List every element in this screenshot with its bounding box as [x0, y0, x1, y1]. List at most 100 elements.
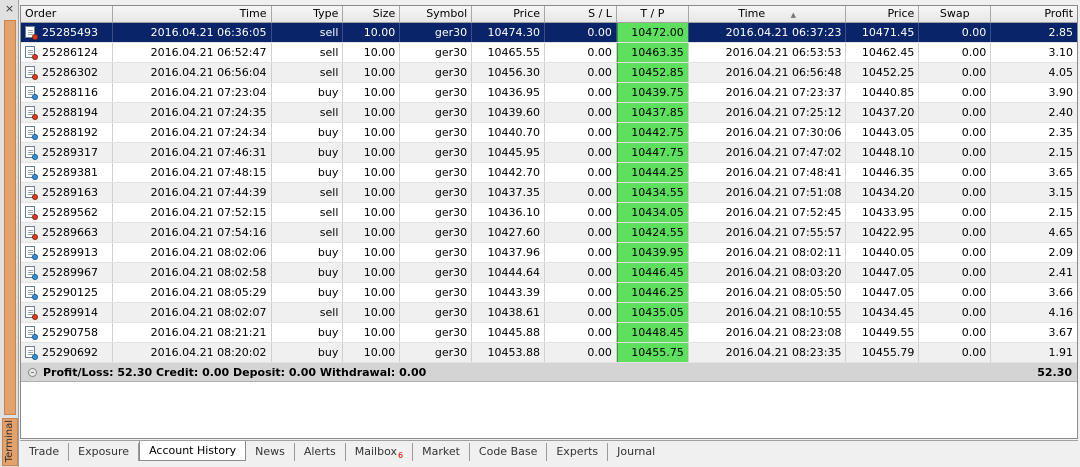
table-row[interactable]: 25289163 2016.04.21 07:44:39 sell 10.00 ger3… [21, 183, 1077, 203]
profit-cell: 3.65 [1048, 166, 1074, 179]
sl-cell: 0.00 [545, 23, 617, 42]
order-number: 25289914 [42, 306, 98, 319]
symbol-cell: ger30 [400, 63, 473, 82]
table-row[interactable]: 25285493 2016.04.21 06:36:05 sell 10.00 ger3… [21, 23, 1077, 43]
tab-journal[interactable]: Journal [608, 443, 664, 461]
terminal-tabbar: Trade Exposure Account History News Alerts Ma… [20, 440, 1078, 461]
swap-cell: 0.00 [919, 263, 992, 282]
tab-trade[interactable]: Trade [20, 443, 70, 461]
tab-account-history[interactable]: Account History [139, 441, 247, 461]
order-cell: 25288194 [21, 103, 113, 122]
sell-order-icon [25, 106, 38, 120]
tp-cell: 10439.75 [616, 83, 689, 102]
table-row[interactable]: 25289967 2016.04.21 08:02:58 buy 10.00 ger30… [21, 263, 1077, 283]
swap-cell: 0.00 [919, 163, 992, 182]
symbol-cell: ger30 [400, 203, 473, 222]
order-cell: 25286124 [21, 43, 113, 62]
swap-cell: 0.00 [919, 143, 992, 162]
table-row[interactable]: 25289914 2016.04.21 08:02:07 sell 10.00 ger3… [21, 303, 1077, 323]
sell-order-icon [25, 306, 38, 320]
sl-cell: 0.00 [545, 263, 617, 282]
size-cell: 10.00 [343, 63, 401, 82]
tab-label: Journal [617, 445, 656, 458]
close-price-cell: 10437.20 [846, 103, 920, 122]
table-row[interactable]: 25290692 2016.04.21 08:20:02 buy 10.00 ger30… [21, 343, 1077, 363]
order-number: 25288194 [42, 106, 98, 119]
col-size-header[interactable]: Size [343, 6, 401, 23]
type-cell: buy [272, 163, 344, 182]
profit-cell: 3.67 [1048, 326, 1074, 339]
col-symbol-header[interactable]: Symbol [400, 6, 473, 23]
col-type-header[interactable]: Type [272, 6, 344, 23]
col-sl-header[interactable]: S / L [545, 6, 617, 23]
tab-exposure[interactable]: Exposure [69, 443, 140, 461]
tab-alerts[interactable]: Alerts [295, 443, 346, 461]
sl-cell: 0.00 [545, 243, 617, 262]
col-profit-header[interactable]: Profit [991, 6, 1077, 23]
close-price-cell: 10443.05 [846, 123, 920, 142]
type-cell: sell [272, 23, 344, 42]
sl-cell: 0.00 [545, 43, 617, 62]
table-row[interactable]: 25289562 2016.04.21 07:52:15 sell 10.00 ger3… [21, 203, 1077, 223]
size-cell: 10.00 [343, 103, 401, 122]
buy-order-icon [25, 86, 38, 100]
close-time-cell: 2016.04.21 06:37:23 [689, 23, 847, 42]
sl-cell: 0.00 [545, 143, 617, 162]
open-time-cell: 2016.04.21 07:54:16 [113, 223, 272, 242]
order-cell: 25289914 [21, 303, 113, 322]
table-row[interactable]: 25288194 2016.04.21 07:24:35 sell 10.00 ger3… [21, 103, 1077, 123]
table-row[interactable]: 25286302 2016.04.21 06:56:04 sell 10.00 ger3… [21, 63, 1077, 83]
table-row[interactable]: 25289381 2016.04.21 07:48:15 buy 10.00 ger30… [21, 163, 1077, 183]
order-cell: 25285493 [21, 23, 113, 42]
col-swap-header[interactable]: Swap [919, 6, 992, 23]
table-row[interactable]: 25289913 2016.04.21 08:02:06 buy 10.00 ger30… [21, 243, 1077, 263]
tab-label: Experts [556, 445, 599, 458]
buy-order-icon [25, 166, 38, 180]
table-row[interactable]: 25289317 2016.04.21 07:46:31 buy 10.00 ger30… [21, 143, 1077, 163]
table-row[interactable]: 25290125 2016.04.21 08:05:29 buy 10.00 ger30… [21, 283, 1077, 303]
tp-cell: 10437.85 [616, 103, 689, 122]
tp-cell: 10442.75 [616, 123, 689, 142]
table-row[interactable]: 25290758 2016.04.21 08:21:21 buy 10.00 ger30… [21, 323, 1077, 343]
tp-cell: 10455.75 [616, 343, 689, 362]
table-row[interactable]: 25289663 2016.04.21 07:54:16 sell 10.00 ger3… [21, 223, 1077, 243]
type-cell: sell [272, 103, 344, 122]
tab-news[interactable]: News [246, 443, 295, 461]
table-row[interactable]: 25288192 2016.04.21 07:24:34 buy 10.00 ger30… [21, 123, 1077, 143]
buy-order-icon [25, 246, 38, 260]
tab-code-base[interactable]: Code Base [470, 443, 548, 461]
size-cell: 10.00 [343, 43, 401, 62]
collapse-icon[interactable] [28, 367, 37, 377]
close-time-cell: 2016.04.21 06:56:48 [689, 63, 847, 82]
size-cell: 10.00 [343, 223, 401, 242]
tab-label: News [255, 445, 285, 458]
close-price-cell: 10434.45 [846, 303, 920, 322]
symbol-cell: ger30 [400, 83, 473, 102]
col-tp-header[interactable]: T / P [617, 6, 689, 23]
swap-cell: 0.00 [919, 303, 992, 322]
table-row[interactable]: 25286124 2016.04.21 06:52:47 sell 10.00 ger3… [21, 43, 1077, 63]
close-icon[interactable]: × [3, 2, 16, 15]
tab-experts[interactable]: Experts [547, 443, 609, 461]
col-close-time-header[interactable]: Time ▲ [689, 6, 847, 23]
tab-label: Mailbox [354, 445, 397, 458]
open-price-cell: 10438.61 [472, 303, 546, 322]
symbol-cell: ger30 [400, 343, 473, 362]
order-number: 25288116 [42, 86, 98, 99]
profit-cell: 3.90 [1048, 86, 1074, 99]
order-number: 25289317 [42, 146, 98, 159]
col-order-header[interactable]: Order [21, 6, 113, 23]
tab-market[interactable]: Market [413, 443, 470, 461]
open-price-cell: 10465.55 [472, 43, 546, 62]
profit-cell: 3.10 [1048, 46, 1074, 59]
open-time-cell: 2016.04.21 06:56:04 [113, 63, 272, 82]
tab-mailbox[interactable]: Mailbox6 [346, 443, 414, 461]
type-cell: buy [272, 243, 344, 262]
col-open-price-header[interactable]: Price [472, 6, 546, 23]
col-open-time-header[interactable]: Time [113, 6, 272, 23]
symbol-cell: ger30 [400, 243, 473, 262]
size-cell: 10.00 [343, 303, 401, 322]
tp-cell: 10452.85 [616, 63, 689, 82]
col-close-price-header[interactable]: Price [846, 6, 920, 23]
table-row[interactable]: 25288116 2016.04.21 07:23:04 buy 10.00 ger30… [21, 83, 1077, 103]
